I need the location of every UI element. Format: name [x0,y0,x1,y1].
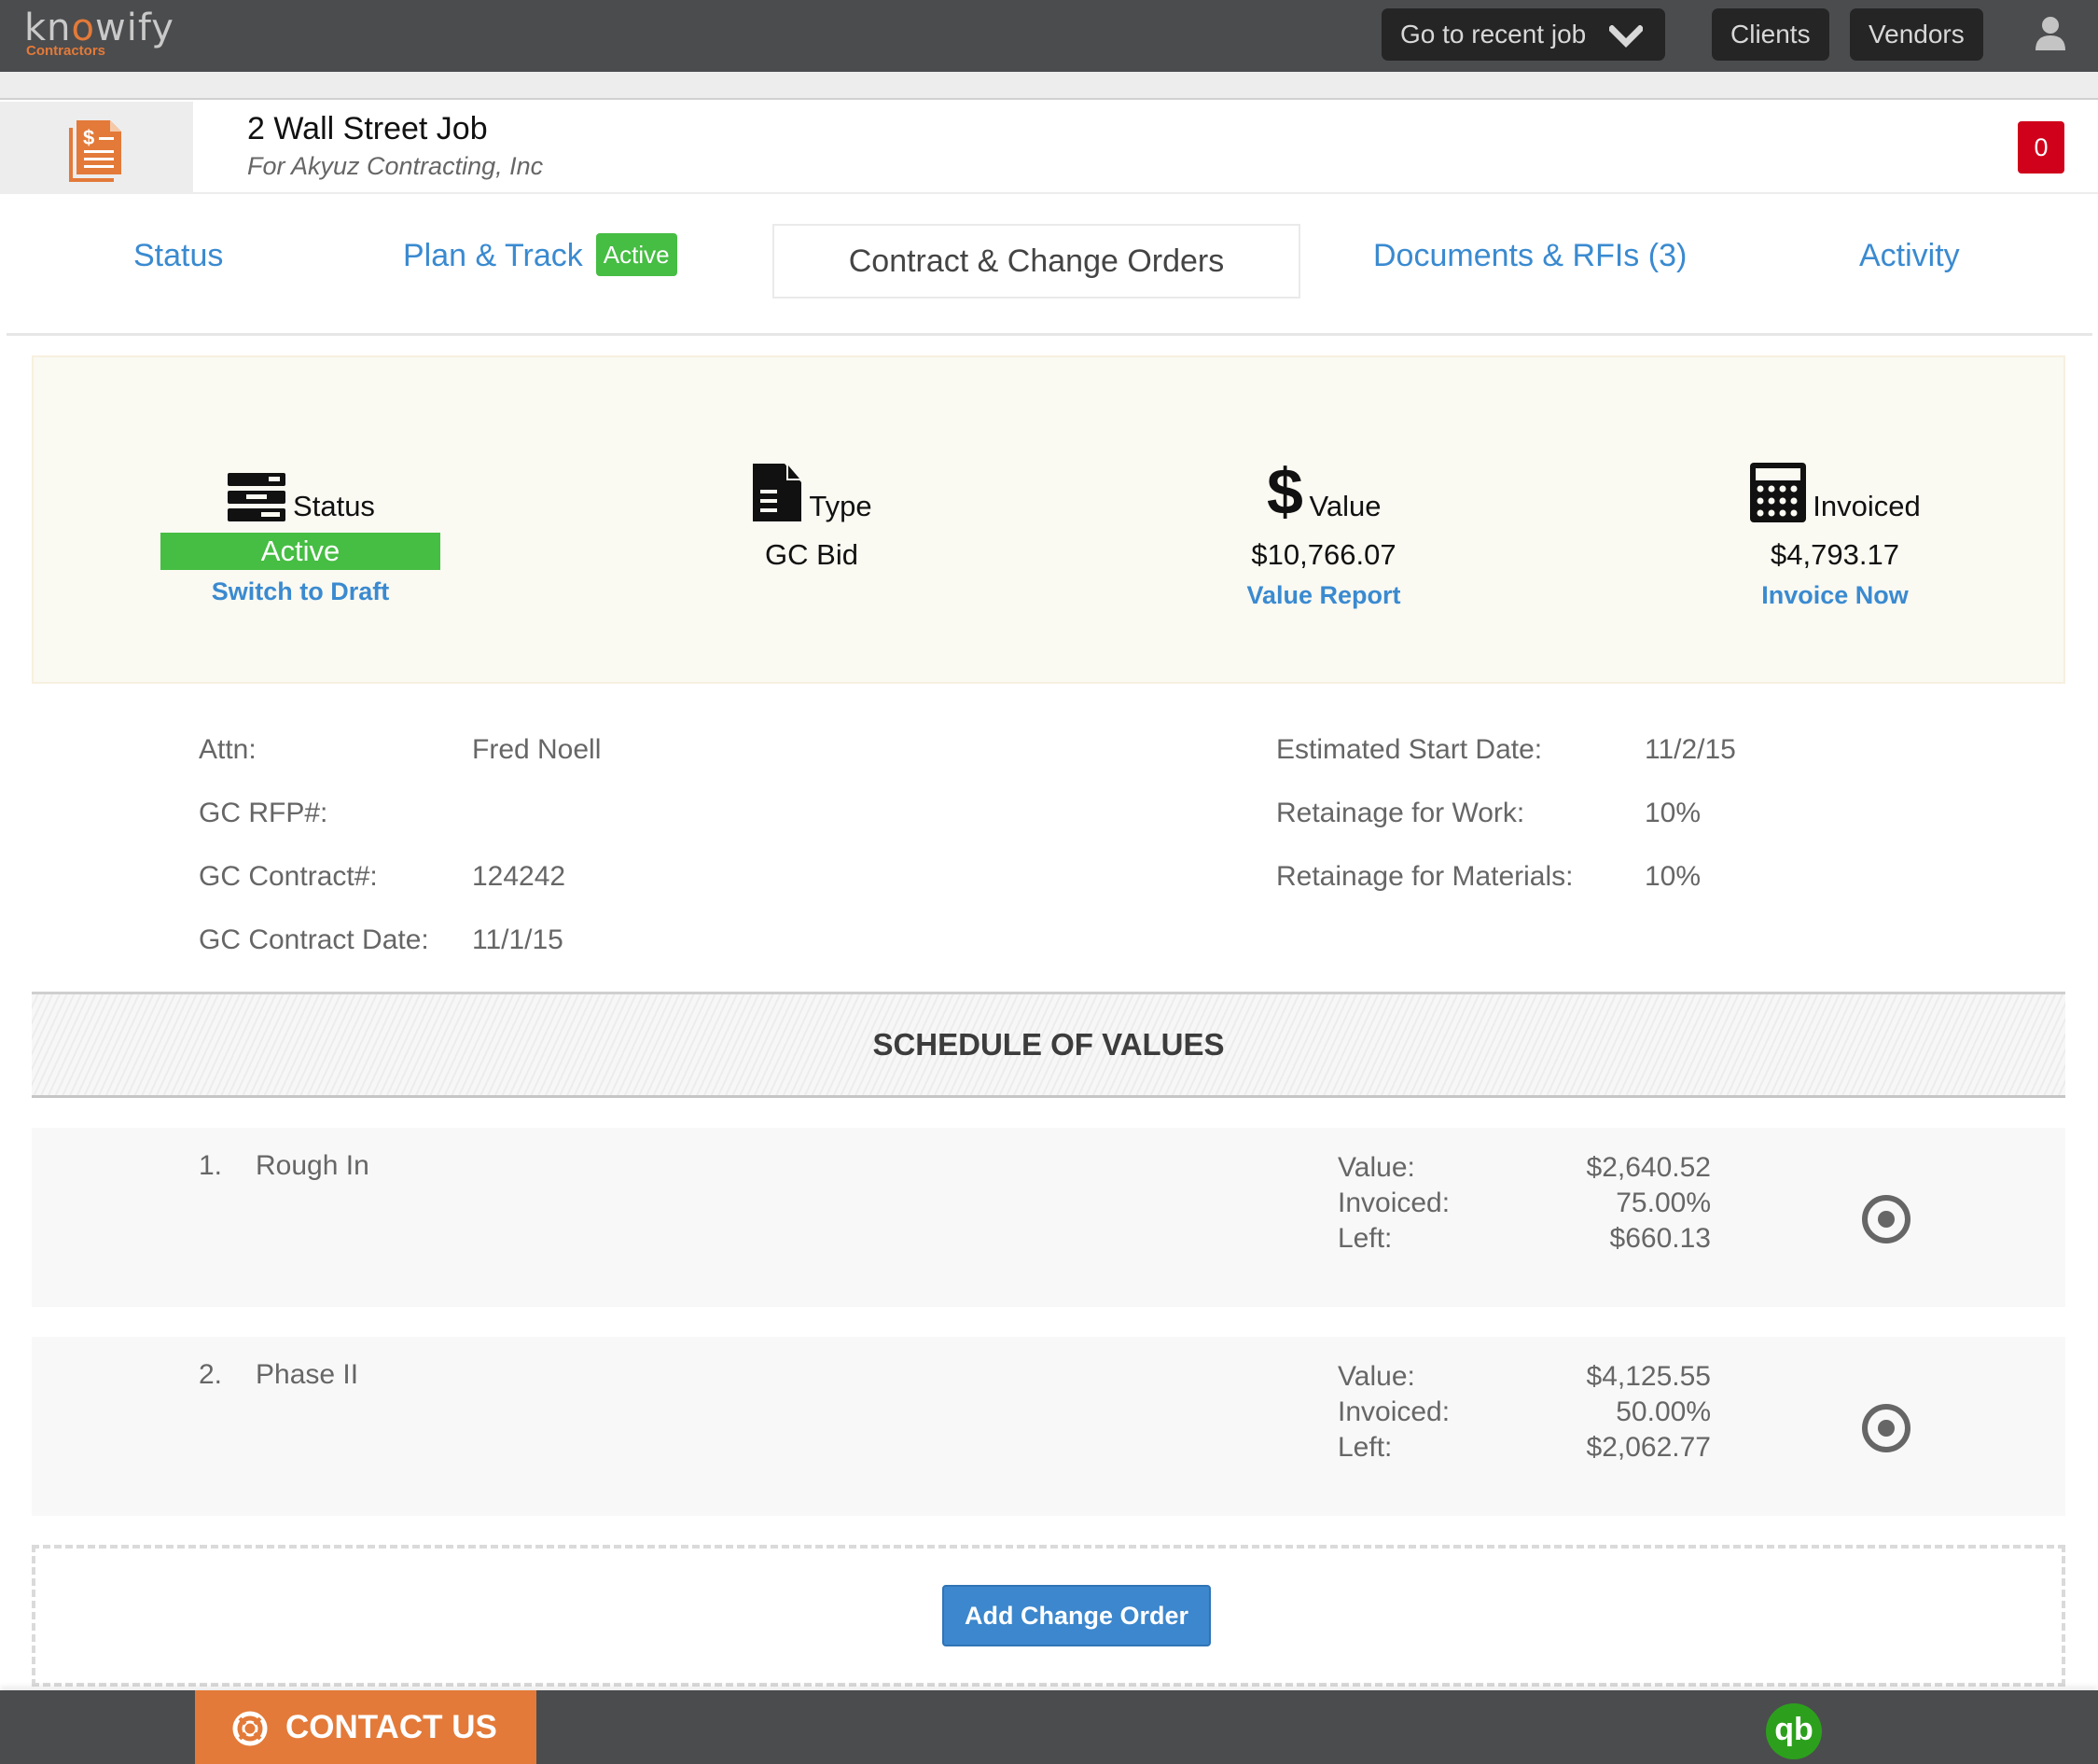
active-badge: Active [595,233,677,276]
sov-value: $2,640.52 [1586,1152,1711,1183]
invoiced-value: $4,793.17 [1771,538,1899,571]
contract-value: $10,766.07 [1251,538,1396,571]
gc-contract-number-label: GC Contract#: [199,861,378,892]
invoiced-heading: Invoiced [1813,490,1921,522]
type-heading: Type [809,490,872,522]
contact-us-label: CONTACT US [285,1709,497,1745]
target-icon[interactable] [1860,1402,1912,1454]
retainage-materials-value: 10% [1645,861,1702,892]
status-heading: Status [293,490,375,522]
go-to-recent-job-dropdown[interactable]: Go to recent job [1382,8,1665,61]
tab-activity[interactable]: Activity [1859,233,1960,278]
sov-item-stats: Value: $2,640.52 Invoiced: 75.00% Left: $66… [1338,1150,1711,1257]
sov-item[interactable]: 2. Phase II Value: $4,125.55 Invoiced: 50.… [32,1337,2065,1516]
subheader-strip [0,72,2098,100]
calculator-icon [1750,463,1807,522]
quickbooks-icon[interactable]: qb [1766,1703,1822,1759]
retainage-work-label: Retainage for Work: [1276,798,1525,828]
target-icon[interactable] [1860,1193,1912,1245]
sov-item-name: Rough In [256,1150,369,1181]
tab-plan-label: Plan & Track [403,238,583,273]
top-navbar: knowify Contractors Go to recent job Cli… [0,0,2098,72]
left-label: Left: [1338,1223,1393,1254]
add-change-order-button[interactable]: Add Change Order [942,1585,1211,1646]
job-icon-container: $ [0,102,193,194]
summary-invoiced: Invoiced $4,793.17 Invoice Now [1648,458,2022,613]
gc-contract-number-value: 124242 [472,861,566,892]
gc-rfp-label: GC RFP#: [199,798,328,828]
server-stack-icon [228,473,286,521]
schedule-of-values-title: SCHEDULE OF VALUES [872,1027,1225,1062]
sov-left: $2,062.77 [1586,1432,1711,1463]
contact-us-button[interactable]: CONTACT US [195,1690,536,1764]
summary-type: Type GC Bid [625,458,998,574]
summary-status: Status Active Switch to Draft [114,458,487,609]
summary-value: $ Value $10,766.07 Value Report [1137,458,1510,613]
contract-summary-panel: Status Active Switch to Draft Type GC Bi… [32,355,2065,684]
clients-button[interactable]: Clients [1712,8,1829,61]
schedule-of-values-header: SCHEDULE OF VALUES [32,992,2065,1098]
tab-documents-and-rfis[interactable]: Documents & RFIs (3) [1373,233,1687,278]
tab-plan-and-track[interactable]: Plan & Track Active [403,233,677,278]
lifebuoy-icon [232,1711,268,1746]
sov-item-name: Phase II [256,1359,359,1390]
invoice-now-link[interactable]: Invoice Now [1648,577,2022,613]
invoiced-label: Invoiced: [1338,1396,1451,1427]
value-report-link[interactable]: Value Report [1137,577,1510,613]
sov-invoiced-percent: 75.00% [1616,1188,1711,1218]
logo-text-2: wify [95,7,174,49]
value-label: Value: [1338,1152,1415,1183]
sov-invoiced-percent: 50.00% [1616,1396,1711,1427]
vendors-button[interactable]: Vendors [1850,8,1983,61]
sov-value: $4,125.55 [1586,1361,1711,1392]
gc-contract-date-label: GC Contract Date: [199,924,429,955]
svg-text:$: $ [1267,460,1303,523]
sov-item-number: 1. [199,1150,223,1181]
add-change-order-zone: Add Change Order [32,1545,2065,1687]
contract-document-icon: $ [69,120,121,182]
estimated-start-date-label: Estimated Start Date: [1276,734,1543,765]
footer-bar: CONTACT US qb [0,1690,2098,1764]
gc-contract-date-value: 11/1/15 [472,924,563,955]
sov-left: $660.13 [1609,1223,1711,1254]
estimated-start-date-value: 11/2/15 [1645,734,1736,765]
retainage-materials-label: Retainage for Materials: [1276,861,1574,892]
notification-badge[interactable]: 0 [2018,121,2064,174]
job-tabs: Status Plan & Track Active Contract & Cha… [7,196,2092,336]
attn-value: Fred Noell [472,734,602,765]
sov-item-stats: Value: $4,125.55 Invoiced: 50.00% Left: $2,… [1338,1359,1711,1465]
user-profile-icon[interactable] [2034,15,2067,52]
job-client-subtitle: For Akyuz Contracting, Inc [247,152,544,180]
svg-text:$: $ [83,126,94,149]
value-label: Value: [1338,1361,1415,1392]
value-heading: Value [1309,490,1382,522]
dollar-icon: $ [1267,460,1303,523]
tab-contract-and-change-orders[interactable]: Contract & Change Orders [772,224,1300,299]
job-title: 2 Wall Street Job [247,111,488,146]
document-icon [753,464,802,521]
attn-label: Attn: [199,734,257,765]
knowify-logo[interactable]: knowify Contractors [24,7,174,59]
sov-item[interactable]: 1. Rough In Value: $2,640.52 Invoiced: 75.… [32,1128,2065,1307]
sov-item-number: 2. [199,1359,223,1390]
recent-job-label: Go to recent job [1400,20,1587,49]
status-active-pill: Active [160,533,440,570]
invoiced-label: Invoiced: [1338,1188,1451,1218]
retainage-work-value: 10% [1645,798,1702,828]
job-header: $ 2 Wall Street Job For Akyuz Contractin… [0,102,2098,194]
chevron-down-icon [1609,25,1643,48]
type-value: GC Bid [765,538,858,571]
tab-status[interactable]: Status [133,233,223,278]
left-label: Left: [1338,1432,1393,1463]
switch-to-draft-link[interactable]: Switch to Draft [114,574,487,609]
